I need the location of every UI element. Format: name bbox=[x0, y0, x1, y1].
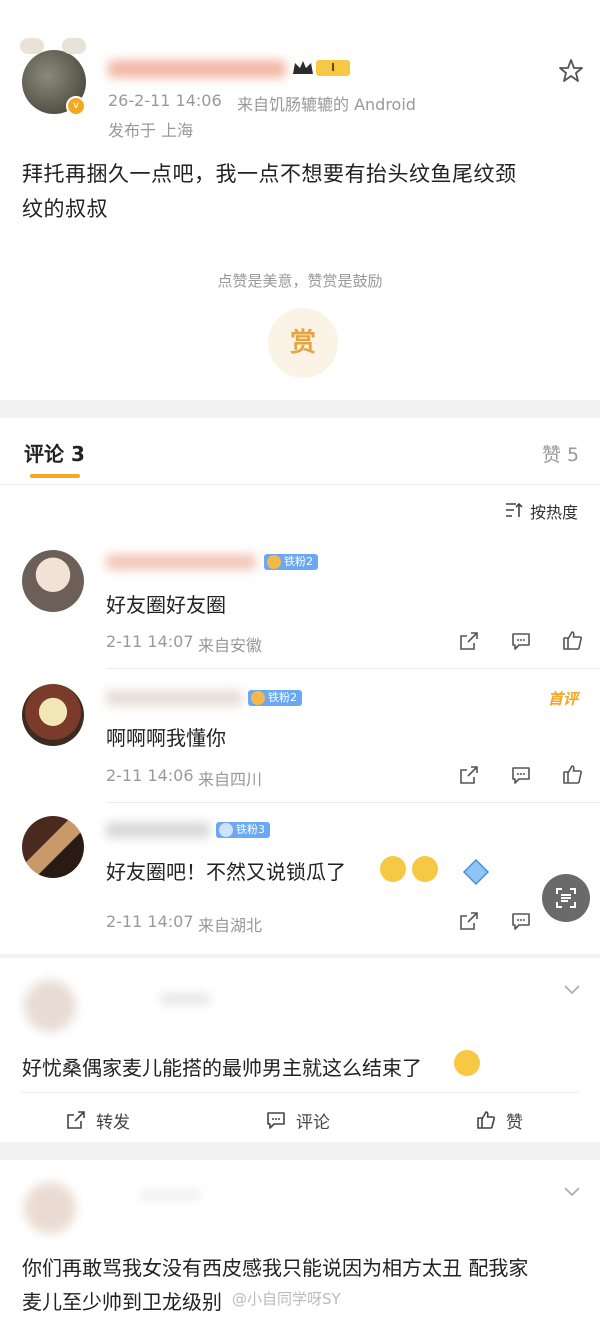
chevron-down-icon[interactable] bbox=[562, 1184, 582, 1198]
commenter-name[interactable] bbox=[106, 822, 210, 838]
sort-icon[interactable] bbox=[504, 501, 524, 519]
reward-button[interactable]: 赏 bbox=[268, 308, 338, 378]
comments-tab[interactable]: 评论 3 bbox=[24, 438, 85, 467]
feed-post-card: 你们再敢骂我女没有西皮感我只能说因为相方太丑 配我家 麦儿至少帅到卫龙级别 @小… bbox=[0, 1160, 600, 1324]
share-icon[interactable] bbox=[458, 630, 480, 656]
vip-crown-icon bbox=[292, 60, 314, 76]
avatar-decoration bbox=[62, 38, 86, 54]
like-icon[interactable] bbox=[561, 629, 583, 655]
feed-post-text: 好忧桑偶家麦儿能搭的最帅男主就这么结束了 bbox=[22, 1056, 422, 1080]
comment-time: 2-11 14:07 bbox=[106, 912, 194, 931]
post-text-line-2: 纹的叔叔 bbox=[22, 197, 108, 221]
feed-post-avatar[interactable] bbox=[24, 980, 76, 1032]
comment-time: 2-11 14:06 bbox=[106, 766, 194, 785]
comments-header-divider bbox=[0, 484, 600, 485]
comment-divider bbox=[106, 668, 600, 669]
vip-level-badge: I bbox=[316, 60, 350, 76]
fan-badge-label: 铁粉2 bbox=[268, 691, 297, 704]
post-text-line-1: 拜托再捆久一点吧，我一点不想要有抬头纹鱼尾纹颈 bbox=[22, 162, 517, 186]
comment-text: 啊啊啊我懂你 bbox=[106, 726, 226, 750]
feed-post-author[interactable] bbox=[160, 994, 210, 1004]
reply-icon[interactable] bbox=[510, 764, 532, 790]
comment-source: 来自四川 bbox=[198, 770, 263, 789]
fan-badge-icon bbox=[251, 691, 265, 705]
comment-label: 评论 bbox=[296, 1113, 330, 1133]
reward-slogan: 点赞是美意，赞赏是鼓励 bbox=[217, 272, 383, 290]
sort-label[interactable]: 按热度 bbox=[530, 499, 578, 523]
like-icon bbox=[477, 1111, 495, 1129]
like-label: 赞 bbox=[506, 1113, 523, 1133]
comment-icon bbox=[267, 1112, 285, 1129]
like-icon[interactable] bbox=[561, 763, 583, 789]
repost-icon bbox=[67, 1111, 85, 1129]
scan-icon bbox=[556, 888, 576, 908]
post-source: 来自饥肠辘辘的 Android bbox=[237, 95, 416, 114]
fan-badge-label: 铁粉2 bbox=[284, 555, 313, 568]
commenter-avatar[interactable] bbox=[22, 816, 84, 878]
verified-badge-icon: v bbox=[66, 96, 86, 116]
crying-emoji-icon bbox=[454, 1050, 480, 1076]
feed-post-card: 好忧桑偶家麦儿能搭的最帅男主就这么结束了 转发 评论 赞 bbox=[0, 958, 600, 1142]
fan-badge-label: 铁粉3 bbox=[236, 823, 265, 836]
reply-icon[interactable] bbox=[510, 910, 532, 936]
repost-label: 转发 bbox=[96, 1113, 130, 1133]
diamond-sticker-icon bbox=[462, 858, 490, 886]
author-name[interactable] bbox=[108, 60, 286, 78]
commenter-name[interactable] bbox=[106, 690, 242, 706]
likes-tab[interactable]: 赞 5 bbox=[542, 440, 579, 467]
chevron-down-icon[interactable] bbox=[562, 982, 582, 996]
comment-time: 2-11 14:07 bbox=[106, 632, 194, 651]
comment-text: 好友圈好友圈 bbox=[106, 593, 226, 617]
fan-badge-icon bbox=[267, 555, 281, 569]
reply-icon[interactable] bbox=[510, 630, 532, 656]
post-time: 26-2-11 14:06 bbox=[108, 91, 222, 110]
comment-source: 来自湖北 bbox=[198, 916, 263, 935]
commenter-avatar[interactable] bbox=[22, 684, 84, 746]
feed-post-text-line-1: 你们再敢骂我女没有西皮感我只能说因为相方太丑 配我家 bbox=[22, 1256, 529, 1280]
feed-post-text-line-2: 麦儿至少帅到卫龙级别 bbox=[22, 1290, 222, 1314]
favorite-star-icon[interactable] bbox=[558, 58, 584, 84]
comments-section: 评论 3 赞 5 按热度 铁粉2 好友圈好友圈 2-11 14:07 来自安徽 … bbox=[0, 418, 600, 954]
share-icon[interactable] bbox=[458, 764, 480, 790]
grin-emoji-icon bbox=[380, 856, 406, 882]
comment-source: 来自安徽 bbox=[198, 636, 263, 655]
fan-badge: 铁粉3 bbox=[216, 822, 270, 838]
fan-badge-icon bbox=[219, 823, 233, 837]
first-comment-tag: 首评 bbox=[548, 690, 579, 708]
commenter-avatar[interactable] bbox=[22, 550, 84, 612]
watermark: @小自同学呀SY bbox=[232, 1290, 341, 1308]
post-card: v I 26-2-11 14:06 来自饥肠辘辘的 Android 发布于 上海… bbox=[0, 0, 600, 400]
floating-scan-button[interactable] bbox=[542, 874, 590, 922]
fan-badge: 铁粉2 bbox=[264, 554, 318, 570]
feed-post-avatar[interactable] bbox=[24, 1182, 76, 1234]
feed-post-author[interactable] bbox=[140, 1190, 200, 1200]
comment-divider bbox=[106, 802, 600, 803]
post-location: 发布于 上海 bbox=[108, 121, 194, 140]
commenter-name[interactable] bbox=[106, 554, 256, 570]
fan-badge: 铁粉2 bbox=[248, 690, 302, 706]
feed-post-divider bbox=[22, 1092, 578, 1093]
avatar-decoration bbox=[20, 38, 44, 54]
share-icon[interactable] bbox=[458, 910, 480, 936]
comments-tab-underline bbox=[30, 474, 80, 478]
comment-text: 好友圈吧！不然又说锁瓜了 bbox=[106, 860, 346, 884]
grin-emoji-icon bbox=[412, 856, 438, 882]
